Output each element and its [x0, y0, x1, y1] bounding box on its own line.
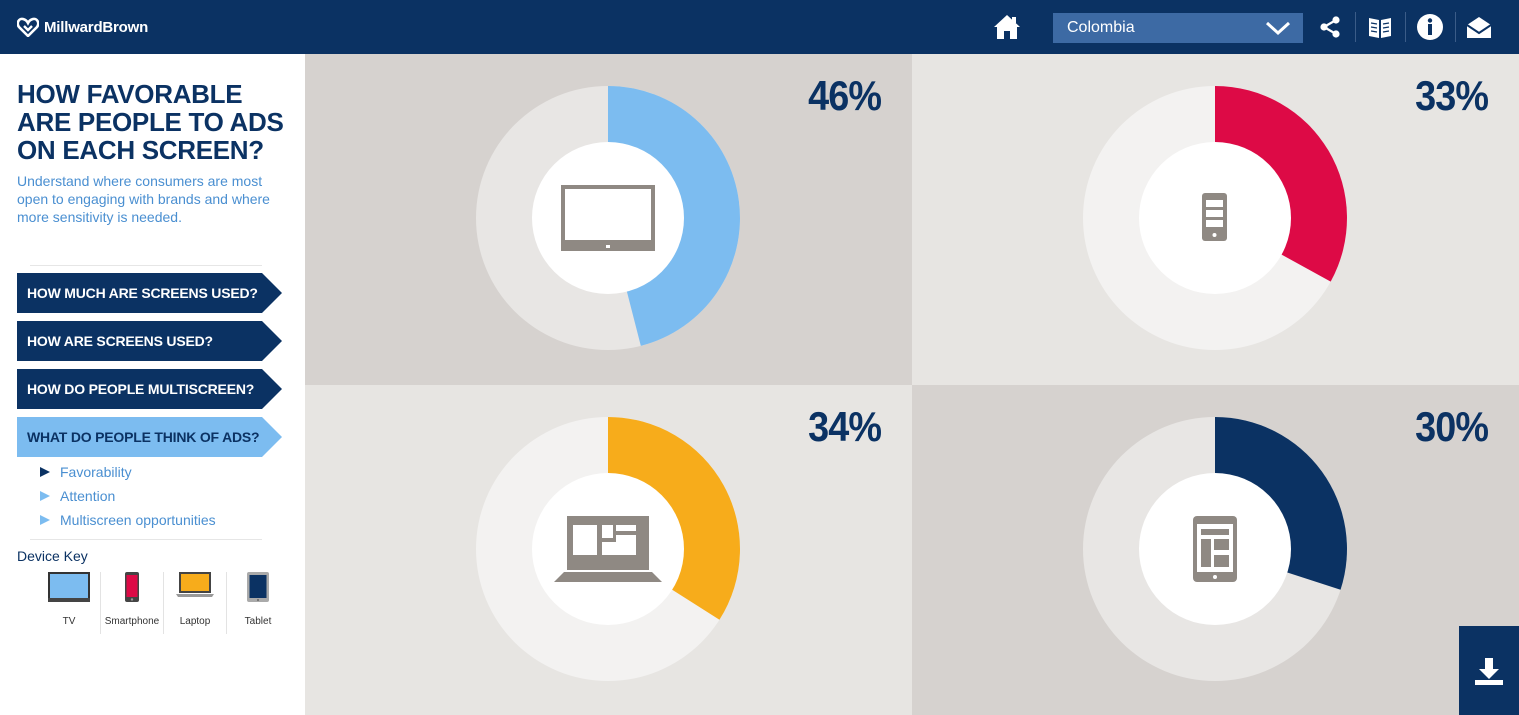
- percentage-label: 33%: [1415, 72, 1489, 119]
- brand-logo-icon: [17, 17, 39, 37]
- nav-label: HOW ARE SCREENS USED?: [27, 333, 213, 349]
- toolbar-divider: [1405, 12, 1406, 42]
- laptop-favorability-panel: 34%: [305, 385, 912, 715]
- divider: [30, 539, 262, 540]
- tv-favorability-panel: 46%: [305, 54, 912, 385]
- nav-label: HOW DO PEOPLE MULTISCREEN?: [27, 381, 255, 397]
- nav-what-think-of-ads[interactable]: WHAT DO PEOPLE THINK OF ADS?: [17, 417, 282, 457]
- laptop-donut-chart: [476, 417, 740, 681]
- nav-label: WHAT DO PEOPLE THINK OF ADS?: [27, 429, 260, 445]
- page-subtitle: Understand where consumers are most open…: [17, 173, 270, 225]
- device-key-label: Tablet: [244, 616, 272, 627]
- smartphone-favorability-panel: 33%: [912, 54, 1519, 385]
- tablet-donut-chart: [1083, 417, 1348, 681]
- sub-nav-label: Multiscreen opportunities: [60, 512, 216, 528]
- device-key-tv: TV: [38, 572, 100, 634]
- device-key-smartphone: Smartphone: [101, 572, 163, 634]
- info-icon: [1417, 14, 1443, 40]
- tablet-icon: [247, 572, 269, 602]
- mail-icon: [1466, 17, 1492, 38]
- nav-how-much-screens-used[interactable]: HOW MUCH ARE SCREENS USED?: [17, 273, 282, 313]
- smartphone-donut-chart: [1083, 86, 1347, 350]
- smartphone-icon: [1202, 193, 1227, 241]
- sub-nav-attention[interactable]: Attention: [40, 486, 115, 506]
- info-button[interactable]: [1412, 9, 1448, 45]
- percentage-label: 46%: [808, 72, 882, 119]
- brand-logo[interactable]: MillwardBrown: [17, 16, 148, 38]
- device-key-label: TV: [62, 616, 76, 627]
- chevron-down-icon: [1265, 21, 1291, 36]
- laptop-icon: [176, 572, 214, 597]
- download-icon: [1475, 657, 1503, 685]
- triangle-right-icon: [40, 515, 50, 525]
- nav-label: HOW MUCH ARE SCREENS USED?: [27, 285, 258, 301]
- smartphone-icon: [125, 572, 139, 602]
- tablet-favorability-panel: 30%: [912, 385, 1519, 715]
- toolbar-divider: [1455, 12, 1456, 42]
- sub-nav-label: Attention: [60, 488, 116, 504]
- home-button[interactable]: [989, 9, 1025, 45]
- home-icon: [994, 15, 1020, 39]
- device-key-label: Smartphone: [104, 616, 160, 627]
- divider: [30, 265, 262, 266]
- tv-icon: [48, 572, 90, 602]
- sub-nav-label: Favorability: [60, 464, 132, 480]
- device-key-title: Device Key: [17, 548, 88, 564]
- page-title: HOW FAVORABLE ARE PEOPLE TO ADS ON EACH …: [17, 79, 284, 165]
- guide-button[interactable]: [1362, 9, 1398, 45]
- device-key-laptop: Laptop: [164, 572, 226, 634]
- triangle-right-icon: [40, 467, 50, 477]
- tv-donut-chart: [476, 86, 740, 350]
- sub-nav-multiscreen-opportunities[interactable]: Multiscreen opportunities: [40, 510, 216, 530]
- sub-nav-favorability[interactable]: Favorability: [40, 462, 132, 482]
- percentage-label: 34%: [808, 403, 882, 450]
- toolbar-divider: [1355, 12, 1356, 42]
- share-button[interactable]: [1312, 9, 1348, 45]
- country-selected-value: Colombia: [1067, 19, 1135, 36]
- book-icon: [1369, 18, 1391, 38]
- country-dropdown[interactable]: Colombia: [1053, 13, 1303, 43]
- share-icon: [1320, 16, 1340, 38]
- device-key-tablet: Tablet: [227, 572, 289, 634]
- percentage-label: 30%: [1415, 403, 1489, 450]
- tablet-icon: [1193, 516, 1237, 582]
- nav-how-multiscreen[interactable]: HOW DO PEOPLE MULTISCREEN?: [17, 369, 282, 409]
- laptop-icon: [554, 516, 662, 582]
- triangle-right-icon: [40, 491, 50, 501]
- email-button[interactable]: [1461, 9, 1497, 45]
- nav-how-screens-used[interactable]: HOW ARE SCREENS USED?: [17, 321, 282, 361]
- sidebar: HOW FAVORABLE ARE PEOPLE TO ADS ON EACH …: [0, 54, 305, 715]
- top-bar: MillwardBrown Colombia: [0, 0, 1519, 54]
- donut-center: [532, 142, 684, 294]
- download-button[interactable]: [1459, 626, 1519, 715]
- brand-name: MillwardBrown: [44, 18, 149, 36]
- device-key-label: Laptop: [179, 616, 211, 627]
